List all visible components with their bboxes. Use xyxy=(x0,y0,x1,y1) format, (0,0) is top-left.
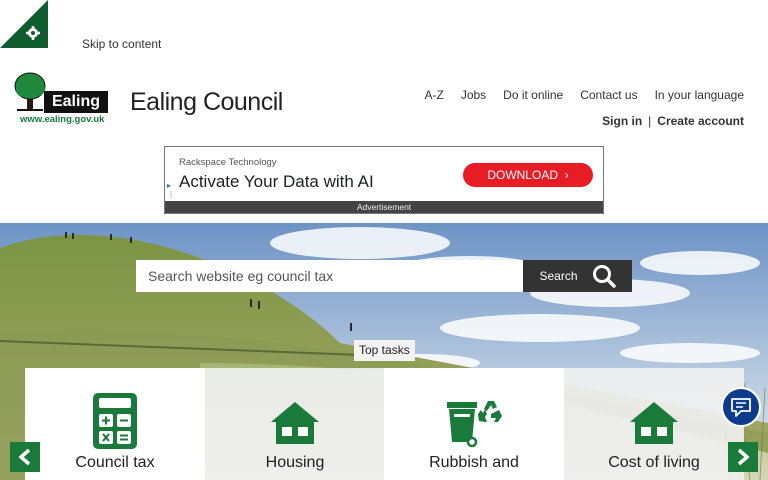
tile-rubbish-and-recycling[interactable]: Rubbish and xyxy=(384,368,564,480)
account-navigation: Sign in | Create account xyxy=(602,114,744,128)
site-title[interactable]: Ealing Council xyxy=(130,88,283,117)
house-icon xyxy=(271,402,319,444)
nav-do-it-online[interactable]: Do it online xyxy=(503,88,563,102)
carousel-next-button[interactable] xyxy=(728,442,758,472)
carousel-previous-button[interactable] xyxy=(10,442,40,472)
house-icon xyxy=(630,402,678,444)
ad-choices-icon[interactable]: ▸ ⋮ xyxy=(167,181,175,199)
ad-download-button[interactable]: DOWNLOAD › xyxy=(463,163,593,187)
nav-a-z[interactable]: A-Z xyxy=(424,88,443,102)
sign-in-link[interactable]: Sign in xyxy=(602,114,642,128)
search-input[interactable]: Search website eg council tax xyxy=(136,260,523,292)
site-search: Search website eg council tax Search xyxy=(136,260,632,292)
chevron-right-icon xyxy=(737,448,750,466)
advertisement-banner[interactable]: Rackspace Technology Activate Your Data … xyxy=(164,146,604,214)
chat-icon xyxy=(731,398,751,417)
search-button-label: Search xyxy=(539,269,578,283)
ad-headline[interactable]: Activate Your Data with AI xyxy=(179,172,374,192)
ad-brand: Rackspace Technology xyxy=(179,157,277,168)
accessibility-settings-button[interactable] xyxy=(0,0,48,48)
tile-label: Housing xyxy=(265,454,325,471)
ad-footer: Advertisement xyxy=(165,201,603,213)
skip-to-content-link[interactable]: Skip to content xyxy=(82,37,161,51)
calculator-icon xyxy=(93,393,137,449)
logo-url: www.ealing.gov.uk xyxy=(20,114,105,125)
tile-cost-of-living[interactable]: Cost of living xyxy=(564,368,744,480)
nav-contact-us[interactable]: Contact us xyxy=(580,88,637,102)
tile-council-tax[interactable]: Council tax xyxy=(25,368,205,480)
top-navigation: A-Z Jobs Do it online Contact us In your… xyxy=(424,88,744,102)
tile-label: Rubbish and xyxy=(429,454,519,471)
account-separator: | xyxy=(648,114,652,128)
tile-label: Cost of living xyxy=(608,454,700,471)
chevron-left-icon xyxy=(18,448,31,466)
search-button[interactable]: Search xyxy=(523,260,632,292)
tile-label: Council tax xyxy=(75,454,155,471)
chevron-right-icon: › xyxy=(561,168,569,182)
ad-download-label: DOWNLOAD xyxy=(487,168,558,182)
logo-wordmark: Ealing xyxy=(44,91,108,113)
tile-housing[interactable]: Housing xyxy=(205,368,385,480)
search-icon xyxy=(592,265,616,288)
create-account-link[interactable]: Create account xyxy=(657,114,744,128)
chat-button[interactable] xyxy=(721,387,761,427)
nav-in-your-language[interactable]: In your language xyxy=(655,88,744,102)
tree-icon xyxy=(14,72,46,111)
top-tasks-heading: Top tasks xyxy=(354,340,415,361)
recycling-bin-icon xyxy=(447,401,502,448)
nav-jobs[interactable]: Jobs xyxy=(461,88,486,102)
